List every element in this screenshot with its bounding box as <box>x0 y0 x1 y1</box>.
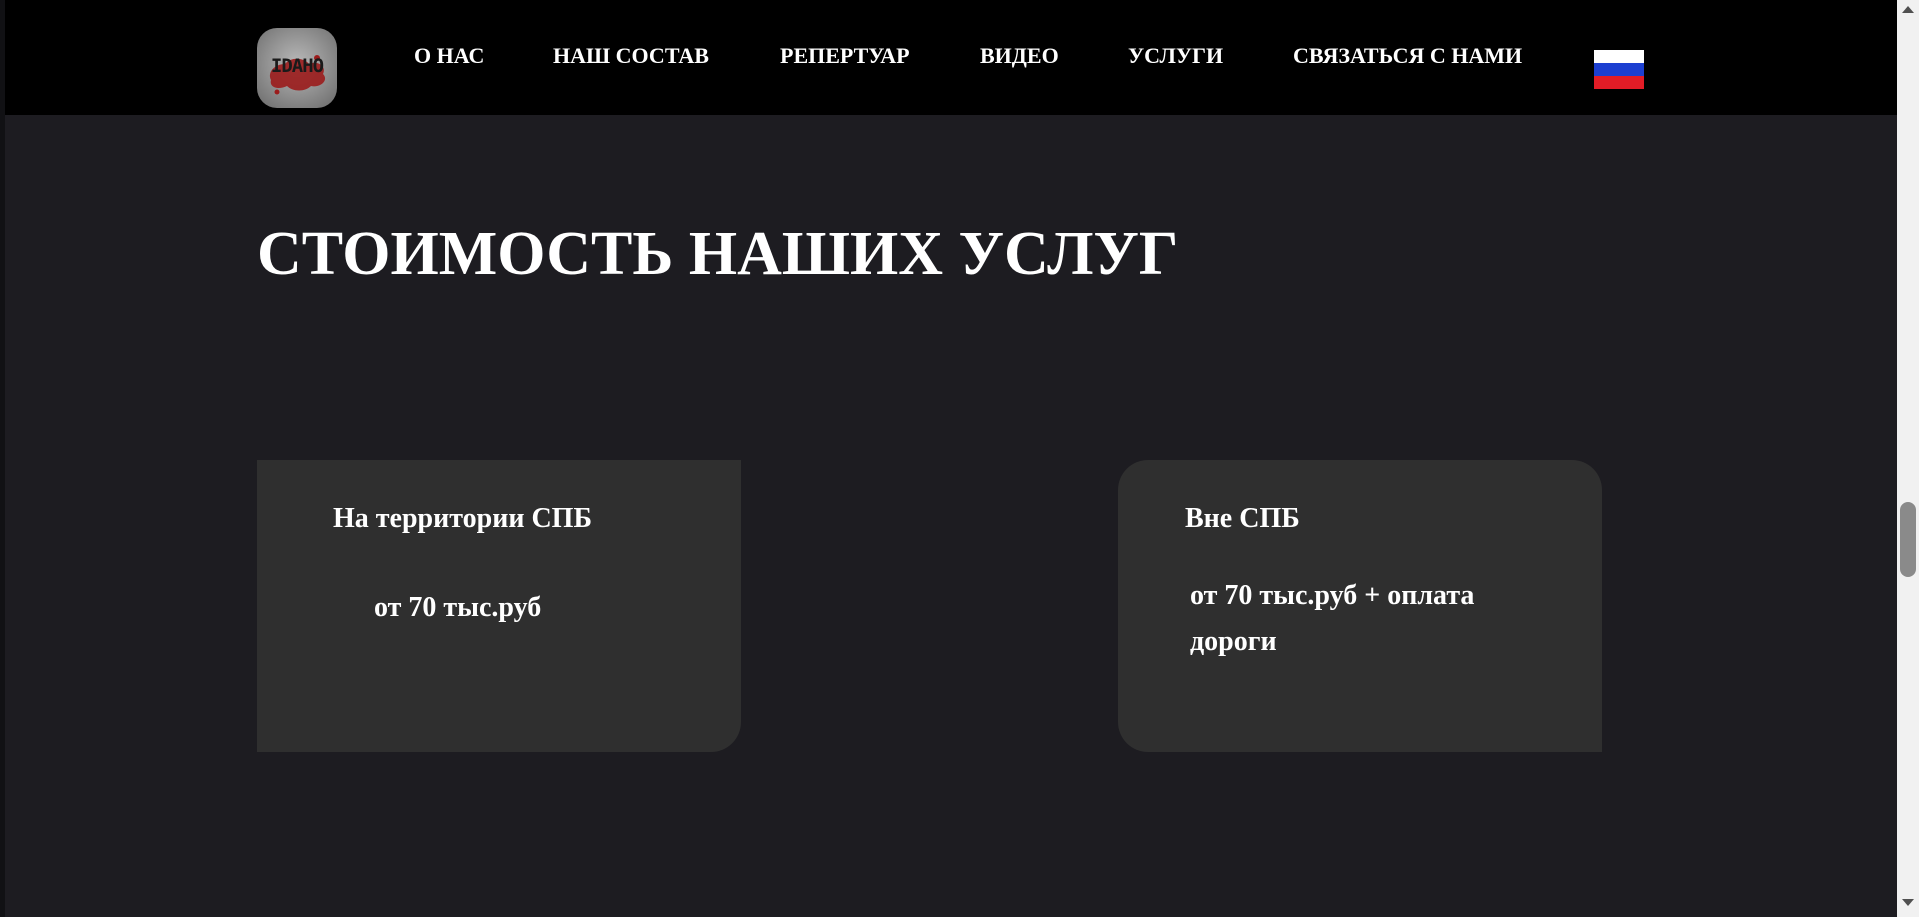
scroll-down-icon[interactable] <box>1902 899 1914 906</box>
scrollbar-thumb[interactable] <box>1900 502 1916 577</box>
russian-flag-icon[interactable] <box>1594 50 1644 89</box>
nav-item-services[interactable]: УСЛУГИ <box>1128 43 1223 69</box>
nav-item-repertoire[interactable]: РЕПЕРТУАР <box>780 43 910 69</box>
nav-item-video[interactable]: ВИДЕО <box>980 43 1059 69</box>
price-card-title: Вне СПБ <box>1185 503 1300 534</box>
price-card-spb: На территории СПБ от 70 тыс.руб <box>257 460 741 752</box>
page-scrollbar[interactable] <box>1897 0 1919 917</box>
flag-stripe-blue <box>1594 63 1644 76</box>
page-title: СТОИМОСТЬ НАШИХ УСЛУГ <box>257 220 1179 288</box>
logo-text: IDAHO <box>270 55 324 77</box>
price-card-value: от 70 тыс.руб + оплата дороги <box>1190 580 1475 657</box>
flag-stripe-white <box>1594 50 1644 63</box>
band-logo[interactable]: IDAHO <box>257 28 337 108</box>
flag-stripe-red <box>1594 76 1644 89</box>
nav-item-lineup[interactable]: НАШ СОСТАВ <box>553 43 709 69</box>
price-card-outside-spb: Вне СПБ от 70 тыс.руб + оплата дороги <box>1118 460 1602 752</box>
window-edge <box>0 0 5 917</box>
scroll-up-icon[interactable] <box>1902 6 1914 13</box>
nav-item-about[interactable]: О НАС <box>414 43 484 69</box>
price-card-title: На территории СПБ <box>333 503 592 534</box>
price-card-value: от 70 тыс.руб <box>374 592 542 623</box>
nav-item-contact[interactable]: СВЯЗАТЬСЯ С НАМИ <box>1293 43 1522 69</box>
